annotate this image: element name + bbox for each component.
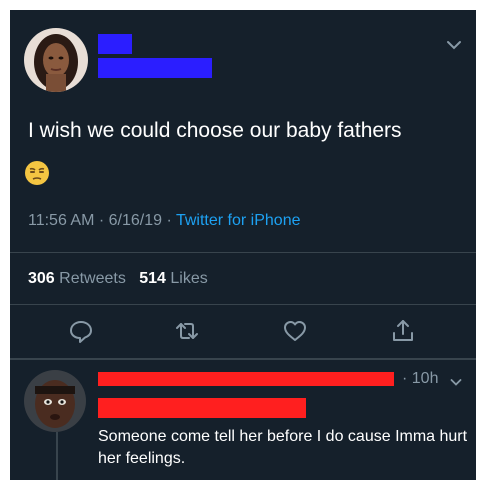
reply-icon[interactable]	[66, 316, 96, 346]
unamused-face-icon	[24, 160, 50, 191]
tweet-stats: 306 Retweets 514 Likes	[28, 270, 208, 288]
share-icon[interactable]	[388, 316, 418, 346]
reply-author-avatar[interactable]	[24, 370, 86, 432]
divider	[10, 358, 476, 360]
chevron-down-icon[interactable]	[446, 38, 462, 56]
redacted-handle	[98, 58, 212, 78]
divider	[10, 304, 476, 305]
reply-time[interactable]: · 10h	[402, 370, 438, 388]
thread-line	[56, 432, 58, 480]
tweet-date[interactable]: 6/16/19	[109, 212, 162, 229]
redacted-reply-handle	[98, 398, 306, 418]
chevron-down-icon[interactable]	[450, 374, 462, 392]
divider	[10, 252, 476, 253]
tweet-screenshot: I wish we could choose our baby fathers …	[10, 10, 476, 480]
redacted-reply-name	[98, 372, 394, 386]
tweet-meta: 11:56 AM · 6/16/19 · Twitter for iPhone	[28, 212, 300, 230]
retweet-icon[interactable]	[172, 316, 202, 346]
meta-separator: ·	[166, 212, 172, 229]
tweet-time: 11:56 AM	[28, 212, 95, 229]
action-bar	[10, 316, 476, 346]
author-avatar[interactable]	[24, 28, 88, 92]
redacted-display-name	[98, 34, 132, 54]
retweet-stat[interactable]: 306 Retweets	[28, 270, 126, 287]
like-icon[interactable]	[280, 316, 310, 346]
tweet-source[interactable]: Twitter for iPhone	[176, 212, 301, 229]
reply-text: Someone come tell her before I do cause …	[98, 428, 468, 467]
like-stat[interactable]: 514 Likes	[139, 270, 208, 287]
tweet-text: I wish we could choose our baby fathers	[28, 119, 402, 142]
meta-separator: ·	[98, 212, 105, 229]
